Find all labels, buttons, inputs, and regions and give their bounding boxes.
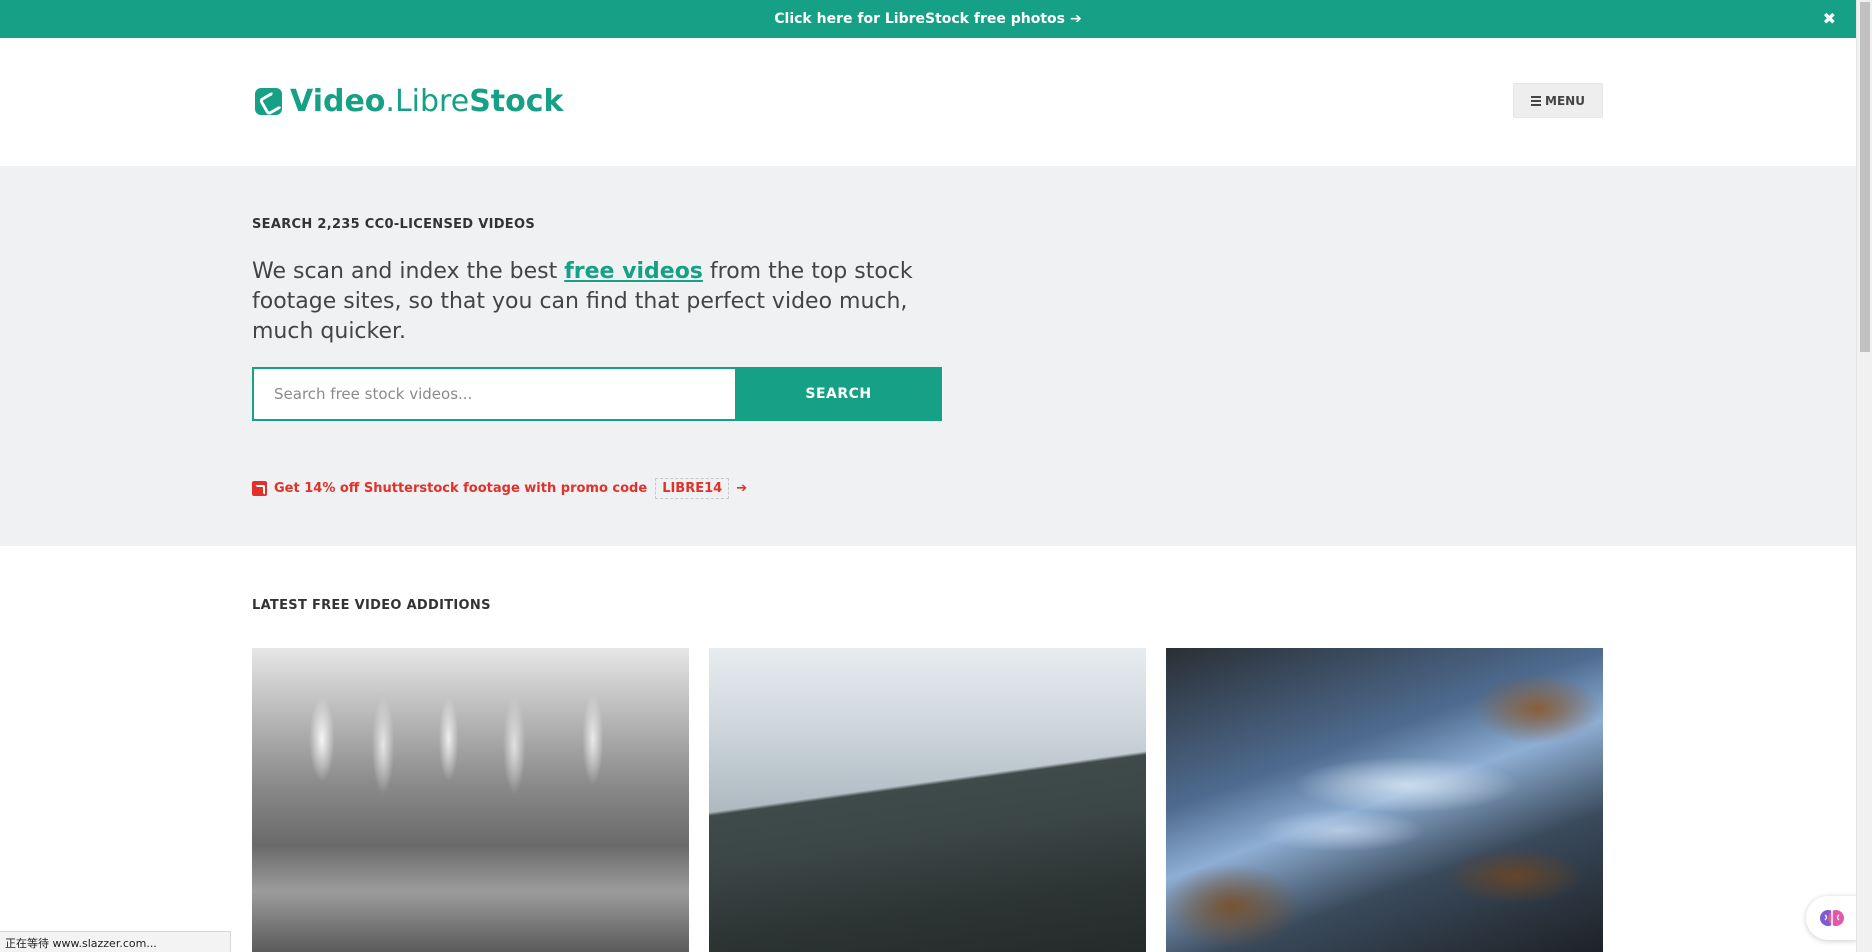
search-button[interactable]: SEARCH [735,367,942,421]
brain-icon [1820,910,1844,926]
page: Click here for LibreStock free photos ➔ … [0,0,1872,952]
librestock-photos-link[interactable]: Click here for LibreStock free photos ➔ [774,11,1081,27]
top-banner: Click here for LibreStock free photos ➔ … [0,0,1856,38]
promo-text: Get 14% off Shutterstock footage with pr… [274,481,648,496]
video-thumbnail-icicles[interactable] [252,648,689,952]
site-header: Video.LibreStock MENU [0,38,1856,166]
banner-text: Click here for LibreStock free photos [774,11,1065,27]
menu-button[interactable]: MENU [1513,83,1603,118]
arrow-right-icon: ➔ [1069,11,1082,27]
scrollbar-thumb[interactable] [1860,2,1870,352]
menu-label: MENU [1545,93,1585,108]
shutterstock-promo-link[interactable]: Get 14% off Shutterstock footage with pr… [252,478,747,499]
latest-videos-heading: LATEST FREE VIDEO ADDITIONS [252,598,491,613]
hamburger-icon [1531,95,1542,106]
browser-status-bar: 正在等待 www.slazzer.com... [0,931,231,952]
hero-intro: We scan and index the best free videos f… [252,259,913,344]
arrow-right-icon: ➔ [736,481,748,496]
hero-heading: SEARCH 2,235 CC0-LICENSED VIDEOS [252,217,535,232]
promo-code: LIBRE14 [655,478,730,499]
shutterstock-icon [252,481,267,496]
hero-section: SEARCH 2,235 CC0-LICENSED VIDEOS We scan… [0,166,1856,546]
site-logo[interactable]: Video.LibreStock [255,84,563,119]
search-input[interactable] [252,367,735,421]
video-thumbnail-mountains[interactable] [709,648,1146,952]
extension-button[interactable] [1806,896,1858,940]
logo-icon [255,88,282,115]
search-form: SEARCH [252,367,942,421]
page-scrollbar[interactable] [1856,0,1872,952]
video-thumbnail-stream[interactable] [1166,648,1603,952]
free-videos-link[interactable]: free videos [564,259,703,284]
close-icon[interactable]: ✖ [1823,9,1836,28]
logo-text: Video.LibreStock [290,84,564,119]
